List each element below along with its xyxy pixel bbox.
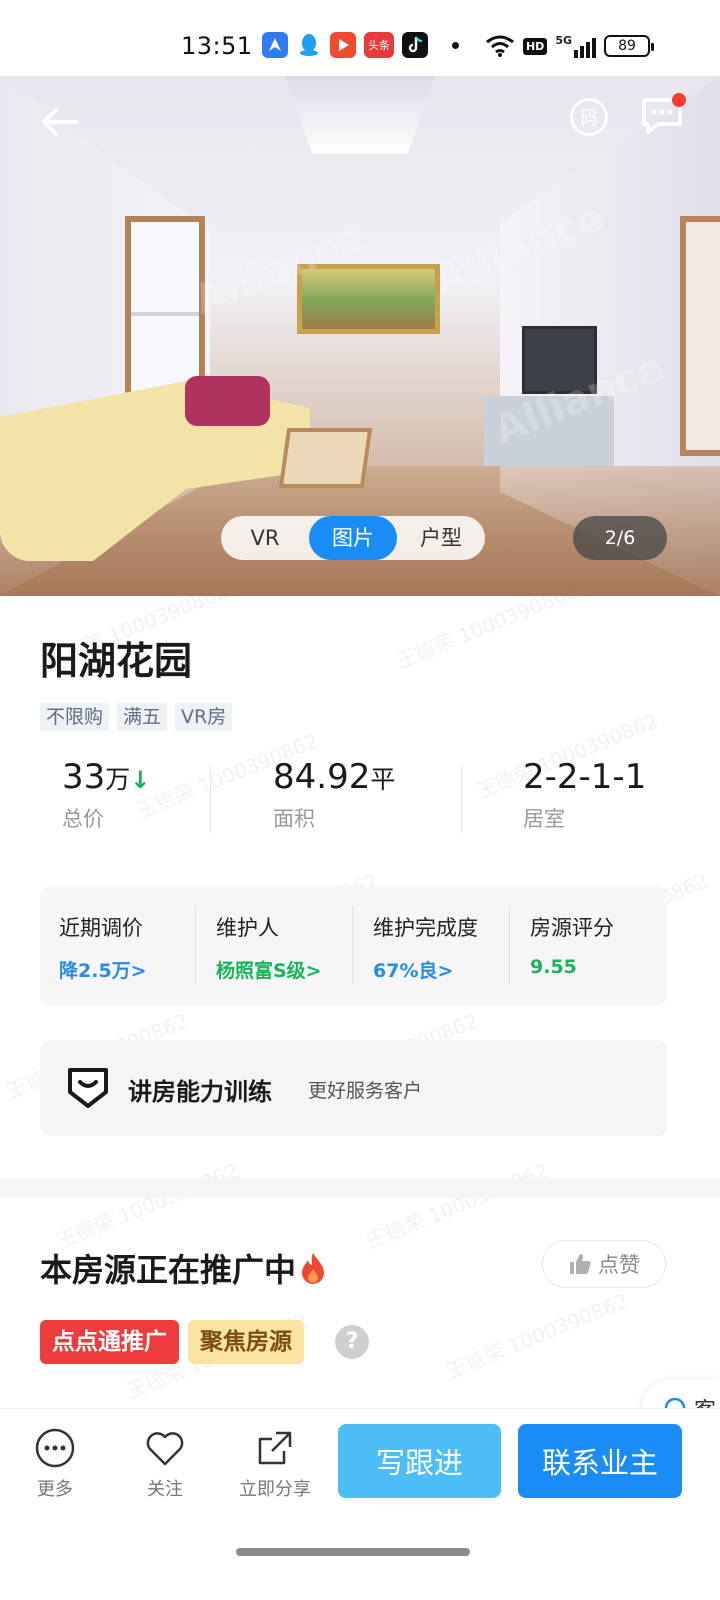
property-tags: 不限购 满五 VR房 <box>40 703 233 731</box>
follow-button[interactable]: 关注 <box>125 1427 205 1501</box>
stat-area: 84.92平 面积 <box>273 757 395 833</box>
property-tag: 满五 <box>117 703 168 731</box>
stat-divider <box>461 765 462 833</box>
unread-badge <box>672 93 686 107</box>
metric-value[interactable]: 67%良> <box>373 956 478 983</box>
metric-score: 房源评分 9.55 <box>530 912 614 978</box>
metric-maintainer[interactable]: 维护人 杨照富S级> <box>216 912 322 983</box>
battery-icon: 89 <box>604 35 654 57</box>
contact-owner-button[interactable]: 联系业主 <box>518 1424 682 1498</box>
metric-divider <box>509 906 510 984</box>
message-button[interactable] <box>640 93 686 136</box>
home-indicator[interactable] <box>236 1548 470 1556</box>
follow-label: 关注 <box>147 1479 183 1500</box>
area-unit: 平 <box>370 765 396 794</box>
metric-price-adjust[interactable]: 近期调价 降2.5万> <box>59 912 147 983</box>
maintenance-metrics: 近期调价 降2.5万> 维护人 杨照富S级> 维护完成度 67%良> 房源评分 … <box>40 886 667 1006</box>
more-label: 更多 <box>37 1479 73 1500</box>
metric-divider <box>195 906 196 984</box>
price-down-icon: ↓ <box>130 766 151 794</box>
property-tag: 不限购 <box>40 703 110 731</box>
qr-code-label: 码 <box>580 108 598 129</box>
more-icon <box>35 1428 75 1468</box>
layout-label: 居室 <box>523 807 565 831</box>
training-banner[interactable]: 讲房能力训练 更好服务客户 <box>40 1040 667 1136</box>
training-title: 讲房能力训练 <box>128 1078 272 1106</box>
qq-icon <box>296 32 322 58</box>
qr-code-button[interactable]: 码 <box>570 98 608 136</box>
like-button[interactable]: 点赞 <box>542 1240 666 1288</box>
signal-5g-label: 5G <box>555 34 572 47</box>
media-tab-switch: VR 图片 户型 <box>221 516 485 560</box>
video-app-icon <box>330 32 356 58</box>
heart-icon <box>146 1432 184 1466</box>
status-bar: 13:51 头条 HD 5G 89 <box>0 0 720 76</box>
tab-vr[interactable]: VR <box>221 516 309 560</box>
metric-value[interactable]: 杨照富S级> <box>216 956 322 983</box>
property-title: 阳湖花园 <box>40 639 193 683</box>
system-indicators: HD 5G 89 <box>485 34 654 58</box>
property-tag: VR房 <box>175 703 233 731</box>
tab-photos[interactable]: 图片 <box>309 516 397 560</box>
photo-ceiling-lamp <box>285 76 435 154</box>
thumbs-up-icon <box>570 1254 591 1274</box>
help-icon[interactable]: ? <box>335 1325 369 1359</box>
stat-layout: 2-2-1-1 居室 <box>523 757 646 833</box>
promotion-title: 本房源正在推广中 <box>40 1245 326 1291</box>
share-label: 立即分享 <box>239 1479 311 1500</box>
stat-divider <box>210 765 211 833</box>
promo-tag-focus[interactable]: 聚焦房源 <box>188 1320 304 1364</box>
promotion-title-text: 本房源正在推广中 <box>40 1251 297 1289</box>
tiktok-icon <box>402 32 428 58</box>
area-value: 84.92 <box>273 757 371 797</box>
stat-total-price: 33万↓ 总价 <box>62 757 150 833</box>
like-label: 点赞 <box>598 1253 640 1277</box>
section-divider <box>0 1178 720 1198</box>
share-button[interactable]: 立即分享 <box>235 1427 315 1501</box>
more-notifications-dot <box>452 41 459 49</box>
hd-icon: HD <box>522 37 548 55</box>
share-icon <box>258 1431 292 1465</box>
total-price-unit: 万 <box>105 765 131 794</box>
fire-icon <box>302 1253 325 1284</box>
body-watermark: 王德荣 1000390862 <box>363 1158 552 1254</box>
notification-icons: 头条 <box>262 32 459 58</box>
training-icon <box>68 1068 108 1108</box>
promo-tag-diandiantong[interactable]: 点点通推广 <box>40 1320 179 1364</box>
toutiao-icon: 头条 <box>364 32 394 58</box>
signal-5g-icon: 5G <box>555 34 596 58</box>
photo-counter: 2/6 <box>573 516 667 560</box>
metric-completion[interactable]: 维护完成度 67%良> <box>373 912 478 983</box>
body-watermark: 王德荣 1000390862 <box>443 1288 632 1384</box>
layout-value: 2-2-1-1 <box>523 757 647 797</box>
total-price-label: 总价 <box>62 807 104 831</box>
metric-label: 维护完成度 <box>373 916 478 940</box>
write-followup-button[interactable]: 写跟进 <box>338 1424 501 1498</box>
metric-label: 房源评分 <box>530 916 614 940</box>
body-watermark: 王德荣 1000390862 <box>53 1158 242 1254</box>
back-arrow-icon[interactable] <box>36 98 84 146</box>
status-time: 13:51 <box>181 32 253 60</box>
training-subtitle: 更好服务客户 <box>308 1080 423 1102</box>
more-button[interactable]: 更多 <box>15 1427 95 1501</box>
metric-divider <box>352 906 353 984</box>
area-label: 面积 <box>273 807 315 831</box>
battery-level: 89 <box>618 38 636 54</box>
photo-coffee-table <box>278 428 373 488</box>
maps-app-icon <box>262 32 288 58</box>
key-stats: 33万↓ 总价 84.92平 面积 2-2-1-1 居室 <box>0 757 720 835</box>
photo-blanket <box>185 376 270 426</box>
tab-floorplan[interactable]: 户型 <box>397 516 485 560</box>
bottom-action-bar: 更多 关注 立即分享 写跟进 联系业主 <box>0 1408 720 1538</box>
photo-door <box>680 216 720 456</box>
metric-label: 近期调价 <box>59 916 143 940</box>
metric-value: 9.55 <box>530 956 577 978</box>
total-price-value: 33 <box>62 757 106 797</box>
metric-value[interactable]: 降2.5万> <box>59 956 147 983</box>
wifi-icon <box>486 35 514 57</box>
metric-label: 维护人 <box>216 916 279 940</box>
promotion-tags: 点点通推广 聚焦房源 ? <box>40 1320 369 1364</box>
